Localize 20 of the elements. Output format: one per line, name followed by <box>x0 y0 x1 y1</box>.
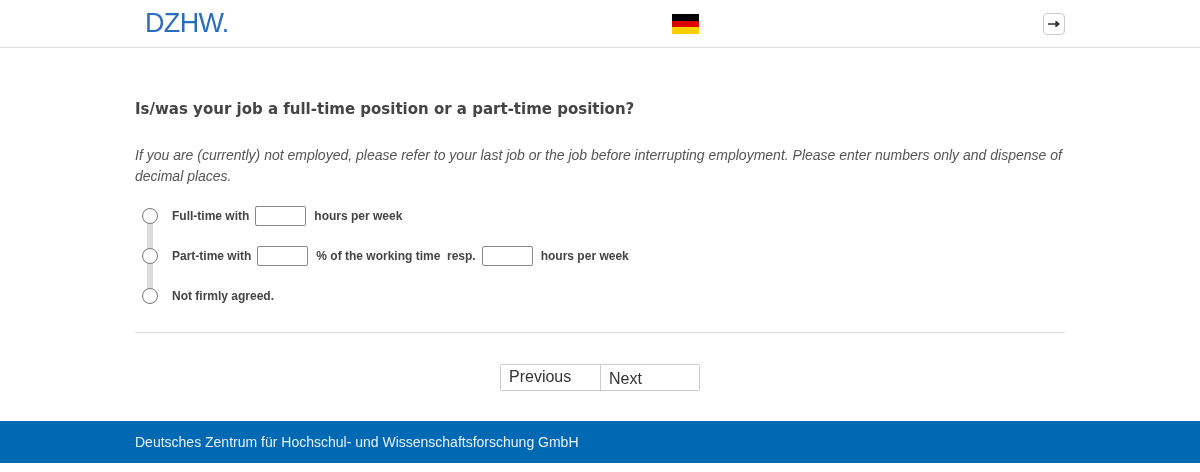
radio-button[interactable] <box>142 207 158 224</box>
option-label: % of the working time resp. <box>316 247 476 265</box>
radio-button[interactable] <box>142 247 158 264</box>
option-label: Part-time with <box>172 247 252 265</box>
option-label: hours per week <box>540 247 629 265</box>
option-label: Full-time with <box>172 207 250 225</box>
flag-icon <box>672 13 700 34</box>
radio-button[interactable] <box>142 287 158 304</box>
footer-text: Deutsches Zentrum für Hochschul- und Wissenschaftsforschung GmbH <box>135 432 579 452</box>
logout-button[interactable] <box>1043 12 1065 35</box>
input-field[interactable] <box>255 205 307 226</box>
option-label: Not firmly agreed. <box>172 287 275 305</box>
instruction-text: If you are (currently) not employed, please refer to your last job or the job before interrupting employment. Please enter numbers only and dispense of decimal places. <box>135 145 1064 186</box>
input-field[interactable] <box>257 245 309 266</box>
option-label: hours per week <box>314 207 403 225</box>
next-button[interactable]: Next <box>600 364 699 390</box>
question-title: Is/was your job a full-time position or a part-time position? <box>135 99 636 120</box>
logo: DZHW. <box>145 7 229 41</box>
input-field[interactable] <box>481 245 533 266</box>
arrow-right-icon <box>1047 20 1061 27</box>
